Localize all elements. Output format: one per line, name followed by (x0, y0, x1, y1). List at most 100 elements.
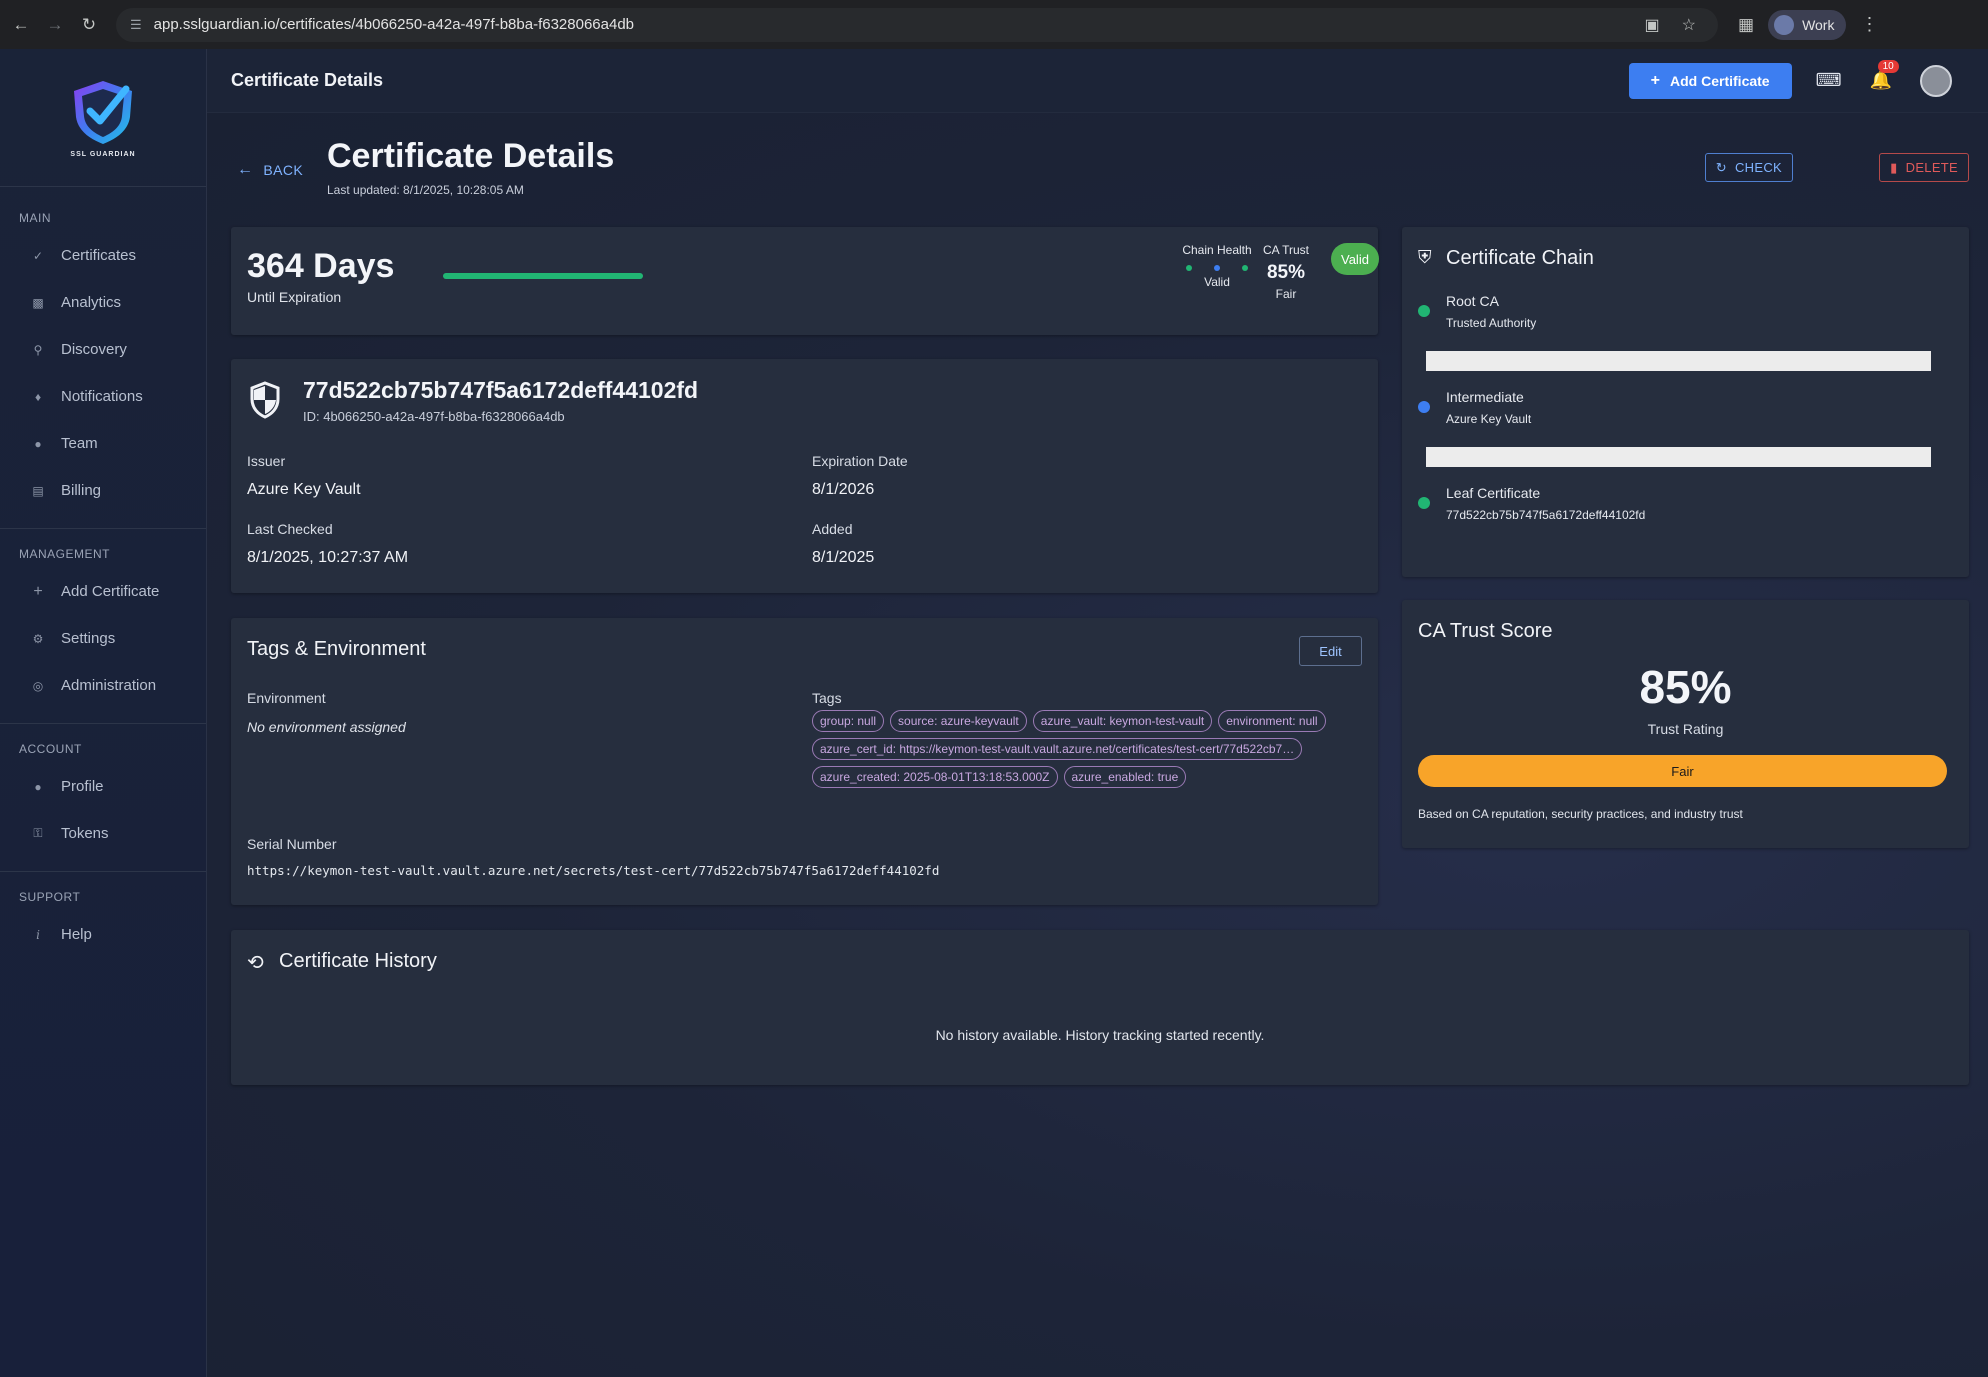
tag-chip: azure_vault: keymon-test-vault (1032, 710, 1213, 732)
page-title: Certificate Details (327, 137, 615, 175)
notifications-bell-icon[interactable]: 🔔 10 (1870, 60, 1899, 91)
admin-icon: ◎ (32, 678, 44, 693)
serial-number-value: https://keymon-test-vault.vault.azure.ne… (247, 863, 940, 878)
chain-health-indicator: Chain Health Valid (1175, 243, 1259, 289)
ca-trust-rating: Fair (1275, 287, 1297, 301)
check-button[interactable]: ↻ CHECK (1704, 153, 1793, 182)
add-certificate-button[interactable]: + Add Certificate (1628, 62, 1792, 99)
badge-check-icon: ✓ (32, 248, 44, 263)
chain-node-intermediate-title: Intermediate (1446, 389, 1524, 405)
ca-trust-percent: 85% (1266, 262, 1306, 283)
address-bar[interactable]: ☰ app.sslguardian.io/certificates/4b0662… (116, 7, 1718, 42)
chain-node-intermediate-subtitle: Azure Key Vault (1446, 412, 1532, 426)
added-label: Added (812, 521, 853, 537)
days-subtitle: Until Expiration (247, 289, 342, 305)
delete-button[interactable]: ▮ DELETE (1879, 153, 1969, 182)
tag-chip: group: null (812, 710, 885, 732)
browser-menu-icon[interactable]: ⋮ (1860, 14, 1878, 35)
sidebar-item-discovery[interactable]: ⚲ Discovery (0, 326, 206, 373)
chain-health-status: Valid (1204, 275, 1230, 289)
sidebar-item-notifications[interactable]: ♦ Notifications (0, 373, 206, 420)
arrow-left-icon: ← (237, 161, 254, 178)
shield-icon (249, 381, 281, 424)
chain-node-root-dot (1418, 305, 1430, 317)
last-updated: Last updated: 8/1/2025, 10:28:05 AM (327, 183, 524, 197)
certificate-name: 77d522cb75b747f5a6172deff44102fd (303, 377, 699, 403)
main-content: ← BACK Certificate Details Last updated:… (207, 113, 1988, 1377)
ca-trust-label: CA Trust (1262, 243, 1309, 257)
browser-toolbar: ← → ↻ ☰ app.sslguardian.io/certificates/… (0, 0, 1988, 49)
forward-arrow-icon[interactable]: → (42, 12, 68, 38)
tags-label: Tags (812, 690, 842, 706)
plus-icon: + (33, 582, 43, 600)
sidebar-item-add-certificate[interactable]: + Add Certificate (0, 568, 206, 615)
sidebar-item-administration[interactable]: ◎ Administration (0, 662, 206, 709)
issuer-label: Issuer (247, 453, 286, 469)
sidebar-item-label: Notifications (61, 388, 143, 405)
url-text[interactable]: app.sslguardian.io/certificates/4b066250… (154, 16, 1645, 33)
sidebar-item-certificates[interactable]: ✓ Certificates (0, 232, 206, 279)
expiration-progress-fill (443, 273, 643, 279)
chain-dot-leaf (1242, 265, 1248, 271)
chain-node-leaf-dot (1418, 497, 1430, 509)
nav-section-main: MAIN (19, 211, 51, 225)
nav-divider (0, 871, 206, 872)
chain-node-leaf-title: Leaf Certificate (1446, 485, 1541, 501)
user-avatar[interactable] (1920, 64, 1952, 97)
history-icon: ⟲ (247, 952, 264, 974)
serial-number-label: Serial Number (247, 836, 337, 852)
sidebar-item-help[interactable]: i Help (0, 911, 206, 958)
sidebar-item-label: Analytics (61, 294, 122, 311)
trust-score-percent: 85% (1639, 661, 1732, 713)
sidebar-item-label: Tokens (61, 825, 109, 842)
tags-card-title: Tags & Environment (247, 638, 426, 660)
issuer-value: Azure Key Vault (247, 481, 361, 498)
trust-rating-bar: Fair (1418, 755, 1947, 787)
tag-chip: source: azure-keyvault (890, 710, 1027, 732)
expiration-card: 364 Days Until Expiration Chain Health V… (231, 227, 1379, 335)
app-logo[interactable]: SSL GUARDIAN (0, 49, 206, 187)
chain-health-label: Chain Health (1182, 243, 1252, 257)
last-checked-value: 8/1/2025, 10:27:37 AM (247, 549, 409, 566)
plus-icon: + (1650, 71, 1661, 89)
sidebar-item-label: Profile (61, 778, 104, 795)
nav-section-account: ACCOUNT (19, 742, 82, 756)
trash-icon: ▮ (1890, 159, 1898, 175)
days-until-expiration: 364 Days (247, 247, 395, 285)
reload-icon[interactable]: ↻ (76, 12, 102, 38)
shield-icon: ⛨ (1418, 247, 1432, 267)
delete-label: DELETE (1905, 160, 1958, 175)
sidebar-item-profile[interactable]: ● Profile (0, 763, 206, 810)
chain-node-root-subtitle: Trusted Authority (1446, 316, 1537, 330)
sidebar-item-tokens[interactable]: ⚿ Tokens (0, 810, 206, 857)
tag-chip: azure_cert_id: https://keymon-test-vault… (812, 738, 1303, 760)
nav-divider (0, 528, 206, 529)
keyboard-icon[interactable]: ⌨ (1816, 70, 1842, 91)
search-icon: ⚲ (33, 342, 43, 357)
sidebar-item-analytics[interactable]: ▩ Analytics (0, 279, 206, 326)
add-certificate-label: Add Certificate (1670, 72, 1770, 89)
bell-icon: ♦ (34, 389, 42, 404)
credit-card-icon: ▤ (32, 483, 44, 498)
back-arrow-icon[interactable]: ← (8, 12, 34, 38)
sidebar-item-settings[interactable]: ⚙ Settings (0, 615, 206, 662)
edit-tags-button[interactable]: Edit (1299, 636, 1362, 666)
nav-section-management: MANAGEMENT (19, 547, 111, 561)
extensions-icon[interactable]: ▦ (1738, 15, 1754, 35)
profile-chip[interactable]: Work (1768, 9, 1847, 40)
added-value: 8/1/2025 (812, 549, 875, 566)
sidebar-item-billing[interactable]: ▤ Billing (0, 467, 206, 514)
tag-chip: azure_enabled: true (1063, 766, 1187, 788)
page-header: ← BACK Certificate Details Last updated:… (231, 137, 1969, 197)
bookmark-star-icon[interactable]: ☆ (1682, 15, 1696, 35)
sidebar-item-label: Settings (61, 630, 116, 647)
sidebar-item-team[interactable]: ● Team (0, 420, 206, 467)
sidebar-item-label: Discovery (61, 341, 127, 358)
nav-section-support: SUPPORT (19, 890, 81, 904)
certificate-history-card: ⟲ Certificate History No history availab… (231, 930, 1969, 1085)
site-settings-icon[interactable]: ☰ (130, 17, 142, 33)
notification-count-badge: 10 (1877, 60, 1899, 73)
back-button[interactable]: ← BACK (237, 161, 303, 179)
app-header: Certificate Details + Add Certificate ⌨ … (207, 49, 1988, 113)
install-app-icon[interactable]: ▣ (1645, 15, 1660, 35)
